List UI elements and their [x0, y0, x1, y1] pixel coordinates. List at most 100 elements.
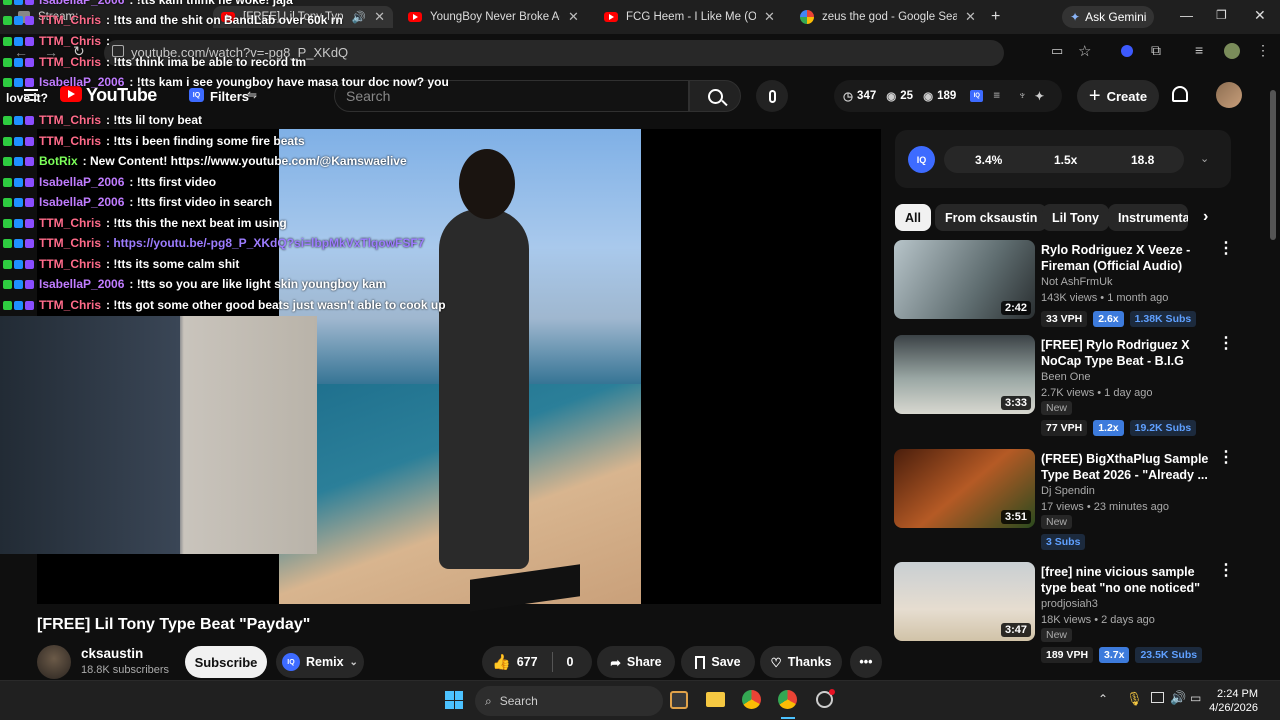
bookmark-star-icon[interactable]: ☆: [1078, 42, 1091, 60]
chat-badge-icon: [3, 177, 12, 187]
file-explorer-icon[interactable]: [706, 692, 725, 707]
rec-thumbnail[interactable]: 3:51: [894, 449, 1035, 528]
rec-title[interactable]: (FREE) BigXthaPlug Sample Type Beat 2026…: [1041, 451, 1211, 483]
rec-thumbnail[interactable]: 2:42: [894, 240, 1035, 319]
trophy-icon[interactable]: ♆: [1018, 90, 1027, 102]
save-button[interactable]: Save: [681, 646, 755, 678]
share-button[interactable]: ➦ Share: [597, 646, 675, 678]
rec-duration: 2:42: [1000, 301, 1031, 315]
remix-button[interactable]: IQ Remix ⌄: [276, 646, 364, 678]
show-hidden-icons-chevron[interactable]: ⌃: [1098, 692, 1108, 706]
chat-badge-icon: [14, 218, 23, 228]
rec-thumbnail[interactable]: 3:33: [894, 335, 1035, 414]
voice-search-button[interactable]: [756, 80, 788, 112]
dislike-count[interactable]: 0: [567, 655, 574, 669]
chat-username: TTM_Chris: [39, 13, 102, 27]
filter-sliders-icon[interactable]: ⇋: [247, 88, 257, 102]
rec-channel[interactable]: prodjosiah3: [1041, 598, 1098, 610]
tab-fcg-heem[interactable]: FCG Heem - I Like Me (Official✕: [604, 6, 784, 28]
rec-title[interactable]: [free] nine vicious sample type beat "no…: [1041, 564, 1211, 596]
channel-name[interactable]: cksaustin: [81, 646, 143, 661]
chat-username: BotRix: [39, 154, 78, 168]
store-icon[interactable]: [670, 691, 688, 709]
chips-next-chevron-icon[interactable]: ›: [1203, 208, 1208, 226]
close-tab-icon[interactable]: ✕: [965, 9, 976, 25]
sparkle-icon[interactable]: ✦: [1035, 89, 1045, 103]
like-icon[interactable]: 👍: [492, 653, 511, 671]
profile-avatar[interactable]: [1224, 43, 1240, 59]
windows-start-icon[interactable]: [445, 691, 463, 709]
media-control-icon[interactable]: ≡: [1195, 42, 1203, 58]
notifications-bell-icon[interactable]: [1172, 86, 1188, 102]
subscribe-button[interactable]: Subscribe: [185, 646, 267, 678]
tab-google-search[interactable]: zeus the god - Google Search✕: [800, 6, 980, 28]
cast-icon[interactable]: ▭: [1051, 43, 1063, 59]
search-icon: ⌕: [485, 693, 492, 708]
rec-title[interactable]: Rylo Rodriguez X Veeze - Fireman (Offici…: [1041, 242, 1211, 274]
microphone-tray-icon[interactable]: 🎙: [1126, 691, 1143, 707]
battery-icon[interactable]: ▭: [1190, 691, 1201, 705]
rec-thumbnail[interactable]: 3:47: [894, 562, 1035, 641]
close-tab-icon[interactable]: ✕: [568, 9, 579, 25]
eye-icon: ◉: [923, 91, 934, 103]
rec-more-icon[interactable]: ⋮: [1218, 333, 1234, 353]
chat-text: : !tts lil tony beat: [106, 113, 203, 127]
maximize-button[interactable]: ❐: [1216, 8, 1227, 22]
vidiq-expand-chevron-icon[interactable]: ⌄: [1200, 152, 1209, 165]
rec-channel[interactable]: Been One: [1041, 371, 1091, 383]
chip-from-channel[interactable]: From cksaustin: [935, 204, 1048, 231]
tab-youngboy[interactable]: YoungBoy Never Broke Again -✕: [408, 6, 588, 28]
minimize-button[interactable]: —: [1180, 8, 1193, 23]
chat-badge-icon: [14, 238, 23, 248]
rec-more-icon[interactable]: ⋮: [1218, 238, 1234, 258]
extensions-puzzle-icon[interactable]: ⧉: [1151, 42, 1161, 59]
clock[interactable]: 2:24 PM 4/26/2026: [1208, 687, 1258, 715]
rec-tag: 33 VPH: [1041, 311, 1088, 327]
new-tab-button[interactable]: +: [991, 8, 1000, 26]
browser-menu-icon[interactable]: ⋮: [1256, 42, 1270, 59]
rec-more-icon[interactable]: ⋮: [1218, 447, 1234, 467]
create-button[interactable]: + Create: [1077, 80, 1159, 112]
thanks-button[interactable]: ♡ Thanks: [760, 646, 842, 678]
chat-badge-icon: [3, 77, 12, 87]
chat-badge-icon: [14, 259, 23, 269]
filters-button[interactable]: Filters: [210, 89, 249, 104]
chrome-icon[interactable]: [742, 690, 761, 709]
subscriber-count: 18.8K subscribers: [81, 664, 170, 676]
network-icon[interactable]: [1151, 692, 1164, 703]
close-tab-icon[interactable]: ✕: [374, 9, 385, 25]
close-tab-icon[interactable]: ✕: [764, 9, 775, 25]
iq-icon[interactable]: IQ: [970, 90, 984, 102]
search-button[interactable]: [689, 80, 741, 112]
like-dislike-group: 👍 677 0: [482, 646, 592, 678]
taskbar-search[interactable]: ⌕ Search: [475, 686, 663, 716]
ask-gemini-button[interactable]: ✦ Ask Gemini: [1062, 6, 1155, 28]
page-scrollbar[interactable]: [1270, 90, 1276, 240]
chip-all[interactable]: All: [895, 204, 931, 231]
rec-title[interactable]: [FREE] Rylo Rodriguez X NoCap Type Beat …: [1041, 337, 1211, 369]
chat-badge-icon: [3, 238, 12, 248]
rec-more-icon[interactable]: ⋮: [1218, 560, 1234, 580]
rec-channel[interactable]: Not AshFrmUk: [1041, 276, 1113, 288]
channel-avatar[interactable]: [37, 645, 71, 679]
chat-username: IsabellaP_2006: [39, 0, 125, 7]
list-icon[interactable]: ≡: [993, 90, 1000, 102]
rec-new-badge: New: [1041, 515, 1073, 529]
chip-instrumental[interactable]: Instrumenta: [1108, 204, 1188, 231]
close-window-button[interactable]: ✕: [1254, 7, 1266, 24]
extension-icon[interactable]: [1121, 45, 1133, 57]
like-count[interactable]: 677: [517, 655, 538, 669]
more-actions-button[interactable]: •••: [850, 646, 882, 678]
chat-text: : !tts so you are like light skin youngb…: [129, 277, 387, 291]
volume-icon[interactable]: 🔊: [1170, 690, 1186, 706]
chip-lil-tony[interactable]: Lil Tony: [1042, 204, 1109, 231]
rec-duration: 3:47: [1000, 623, 1031, 637]
rec-duration: 3:33: [1000, 396, 1031, 410]
chat-badge-icon: [3, 259, 12, 269]
chrome-active-icon[interactable]: [778, 690, 797, 709]
chat-message: TTM_Chris: !tts got some other good beat…: [3, 298, 446, 312]
account-avatar[interactable]: [1216, 82, 1242, 108]
rec-meta: 18K views • 2 days ago: [1041, 614, 1155, 626]
chat-message: IsabellaP_2006: !tts so you are like lig…: [3, 277, 386, 291]
rec-channel[interactable]: Dj Spendin: [1041, 485, 1095, 497]
